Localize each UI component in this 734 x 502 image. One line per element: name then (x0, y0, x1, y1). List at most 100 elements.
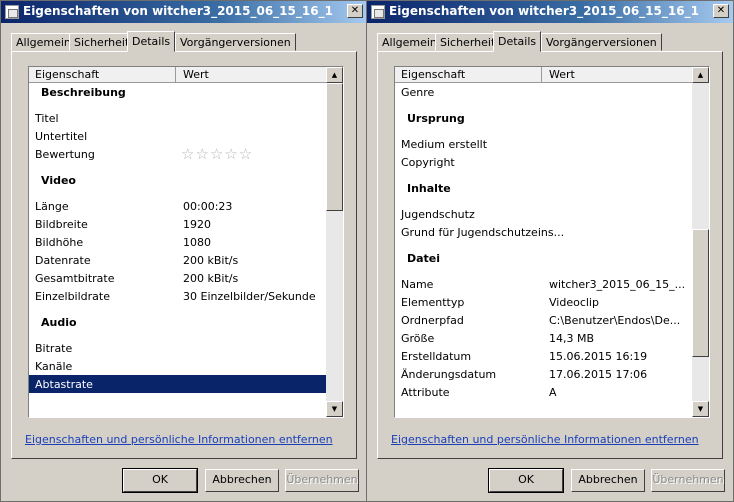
title-bar[interactable]: Eigenschaften von witcher3_2015_06_15_16… (367, 1, 733, 23)
property-list[interactable]: Eigenschaft Wert Genre Ursprung Medium ers… (394, 66, 710, 418)
property-name: Beschreibung (41, 86, 126, 99)
property-name: Name (401, 278, 434, 291)
property-name: Titel (35, 112, 59, 125)
details-panel: Eigenschaft Wert Beschreibung Titel Untert… (11, 51, 357, 459)
remove-properties-link[interactable]: Eigenschaften und persönliche Informatio… (391, 433, 699, 446)
scroll-up-button[interactable]: ▲ (326, 67, 343, 83)
property-row[interactable]: Attribute A (395, 383, 693, 401)
property-name: Grund für Jugendschutzeins... (401, 226, 565, 239)
property-list[interactable]: Eigenschaft Wert Beschreibung Titel Untert… (28, 66, 344, 418)
property-name: Attribute (401, 386, 450, 399)
property-name: Größe (401, 332, 435, 345)
vertical-scrollbar[interactable]: ▲ ▼ (326, 67, 343, 417)
group-header[interactable]: Audio (29, 313, 327, 331)
tab-general[interactable]: Allgemein (11, 33, 76, 51)
group-header[interactable]: Video (29, 171, 327, 189)
property-name: Ordnerpfad (401, 314, 464, 327)
property-row[interactable]: Erstelldatum 15.06.2015 16:19 (395, 347, 693, 365)
property-row[interactable]: Copyright (395, 153, 693, 171)
property-row[interactable]: Grund für Jugendschutzeins... (395, 223, 693, 241)
property-row[interactable]: Bewertung ☆☆☆☆☆ (29, 145, 327, 163)
property-name: Datenrate (35, 254, 91, 267)
property-value: A (549, 386, 557, 399)
close-button[interactable]: ✕ (347, 4, 363, 18)
property-row[interactable]: Bildhöhe 1080 (29, 233, 327, 251)
property-name: Genre (401, 86, 435, 99)
property-name: Abtastrate (35, 378, 93, 391)
property-name: Datei (407, 252, 441, 265)
tab-security[interactable]: Sicherheit (435, 33, 501, 51)
property-name: Elementtyp (401, 296, 465, 309)
list-header: Eigenschaft Wert (29, 67, 327, 83)
property-row[interactable]: Bitrate (29, 339, 327, 357)
scroll-thumb[interactable] (326, 83, 343, 211)
column-separator[interactable] (175, 67, 176, 83)
property-name: Inhalte (407, 182, 451, 195)
rating-stars-icon[interactable]: ☆☆☆☆☆ (181, 145, 253, 163)
property-name: Bildhöhe (35, 236, 84, 249)
tab-details[interactable]: Details (127, 31, 176, 52)
property-name: Jugendschutz (401, 208, 475, 221)
property-row[interactable]: Jugendschutz (395, 205, 693, 223)
property-row[interactable]: Untertitel (29, 127, 327, 145)
group-header[interactable]: Inhalte (395, 179, 693, 197)
property-row[interactable]: Bildbreite 1920 (29, 215, 327, 233)
property-name: Audio (41, 316, 77, 329)
property-name: Gesamtbitrate (35, 272, 115, 285)
title-bar[interactable]: Eigenschaften von witcher3_2015_06_15_16… (1, 1, 367, 23)
property-value: 17.06.2015 17:06 (549, 368, 648, 381)
cancel-button[interactable]: Abbrechen (571, 469, 645, 492)
property-name: Kanäle (35, 360, 73, 373)
tab-details[interactable]: Details (493, 31, 542, 52)
column-header-property[interactable]: Eigenschaft (35, 68, 99, 81)
property-row[interactable]: Medium erstellt (395, 135, 693, 153)
column-header-value[interactable]: Wert (549, 68, 575, 81)
tab-general[interactable]: Allgemein (377, 33, 442, 51)
property-value: 30 Einzelbilder/Sekunde (183, 290, 316, 303)
tab-previous-versions[interactable]: Vorgängerversionen (541, 33, 662, 51)
tab-previous-versions[interactable]: Vorgängerversionen (175, 33, 296, 51)
property-value: 15.06.2015 16:19 (549, 350, 648, 363)
file-icon (371, 5, 385, 19)
property-row[interactable]: Datenrate 200 kBit/s (29, 251, 327, 269)
tab-security[interactable]: Sicherheit (69, 33, 135, 51)
property-value: witcher3_2015_06_15_... (549, 278, 686, 291)
ok-button[interactable]: OK (122, 468, 198, 493)
scroll-down-button[interactable]: ▼ (692, 401, 709, 417)
property-row[interactable]: Ordnerpfad C:\Benutzer\Endos\De... (395, 311, 693, 329)
property-name: Ursprung (407, 112, 465, 125)
close-button[interactable]: ✕ (713, 4, 729, 18)
property-value: 1080 (183, 236, 211, 249)
column-header-value[interactable]: Wert (183, 68, 209, 81)
property-name: Video (41, 174, 76, 187)
property-row[interactable]: Einzelbildrate 30 Einzelbilder/Sekunde (29, 287, 327, 305)
vertical-scrollbar[interactable]: ▲ ▼ (692, 67, 709, 417)
ok-button[interactable]: OK (488, 468, 564, 493)
apply-button[interactable]: Übernehmen (651, 469, 725, 492)
property-row[interactable]: Kanäle (29, 357, 327, 375)
scroll-down-button[interactable]: ▼ (326, 401, 343, 417)
property-row[interactable]: Änderungsdatum 17.06.2015 17:06 (395, 365, 693, 383)
scroll-thumb[interactable] (692, 229, 709, 357)
column-header-property[interactable]: Eigenschaft (401, 68, 465, 81)
group-header[interactable]: Datei (395, 249, 693, 267)
cancel-button[interactable]: Abbrechen (205, 469, 279, 492)
property-name: Medium erstellt (401, 138, 488, 151)
scroll-up-button[interactable]: ▲ (692, 67, 709, 83)
properties-dialog-right: Eigenschaften von witcher3_2015_06_15_16… (366, 0, 734, 502)
property-value: 200 kBit/s (183, 254, 239, 267)
property-row[interactable]: Genre (395, 83, 693, 101)
column-separator[interactable] (541, 67, 542, 83)
property-row[interactable]: Name witcher3_2015_06_15_... (395, 275, 693, 293)
property-row[interactable]: Abtastrate (29, 375, 327, 393)
property-row[interactable]: Titel (29, 109, 327, 127)
remove-properties-link[interactable]: Eigenschaften und persönliche Informatio… (25, 433, 333, 446)
property-row[interactable]: Größe 14,3 MB (395, 329, 693, 347)
group-header[interactable]: Beschreibung (29, 83, 327, 101)
property-row[interactable]: Elementtyp Videoclip (395, 293, 693, 311)
group-header[interactable]: Ursprung (395, 109, 693, 127)
property-value: C:\Benutzer\Endos\De... (549, 314, 681, 327)
apply-button[interactable]: Übernehmen (285, 469, 359, 492)
property-row[interactable]: Länge 00:00:23 (29, 197, 327, 215)
property-row[interactable]: Gesamtbitrate 200 kBit/s (29, 269, 327, 287)
